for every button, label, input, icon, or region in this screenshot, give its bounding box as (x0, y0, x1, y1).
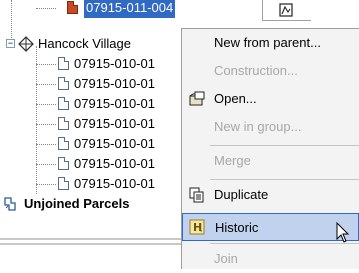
pane-divider (0, 243, 200, 245)
tree-item[interactable]: 07915-010-01 (0, 74, 200, 94)
tree-item-selected[interactable]: 07915-011-004 (0, 0, 200, 18)
document-icon (58, 97, 69, 110)
document-icon (67, 1, 78, 14)
menu-separator (210, 145, 359, 146)
tree-item-label: 07915-011-004 (84, 0, 176, 18)
menu-item-duplicate[interactable]: Duplicate (182, 181, 359, 209)
document-icon (58, 57, 69, 70)
tree-item[interactable]: 07915-010-01 (0, 94, 200, 114)
tree-item-label: 07915-010-01 (74, 136, 155, 151)
collapse-toggle-icon[interactable]: − (6, 39, 15, 48)
tree-item-label: Unjoined Parcels (24, 196, 130, 211)
map-icon (279, 3, 293, 17)
tree-item-label: 07915-010-01 (74, 176, 155, 191)
menu-item-label: Historic (215, 220, 259, 235)
tree-item-label: 07915-010-01 (74, 116, 155, 131)
preview-pane (262, 0, 311, 21)
menu-item-label: New in group... (214, 119, 302, 134)
duplicate-icon (189, 187, 204, 203)
menu-item-label: New from parent... (214, 35, 321, 50)
tree-item[interactable]: 07915-010-01 (0, 154, 200, 174)
menu-item-new-in-group[interactable]: New in group... (182, 113, 359, 141)
tree-group-hancock-village[interactable]: − Hancock Village (0, 34, 200, 54)
tree-group-label: Hancock Village (38, 36, 131, 51)
historic-icon: H , (189, 219, 205, 235)
menu-item-historic[interactable]: H , Historic (182, 213, 359, 241)
tree-item-label: 07915-010-01 (74, 76, 155, 91)
document-icon (58, 177, 69, 190)
document-icon (58, 157, 69, 170)
menu-item-new-from-parent[interactable]: New from parent... (182, 29, 359, 57)
document-icon (58, 137, 69, 150)
unjoined-parcels-icon (4, 197, 16, 211)
menu-separator (210, 179, 359, 180)
context-menu: New from parent... Construction... Open.… (181, 28, 359, 269)
tree-item-label: 07915-010-01 (74, 56, 155, 71)
document-icon (58, 117, 69, 130)
tree-item[interactable]: 07915-010-01 (0, 134, 200, 154)
menu-item-label: Duplicate (214, 187, 269, 202)
menu-item-label: Open... (214, 91, 257, 106)
mouse-cursor-icon (336, 222, 350, 243)
tree-item-unjoined-parcels[interactable]: Unjoined Parcels (0, 194, 200, 214)
menu-item-construction[interactable]: Construction... (182, 57, 359, 85)
tree-item-label: 07915-010-01 (74, 156, 155, 171)
tree-item[interactable]: 07915-010-01 (0, 114, 200, 134)
tree-item[interactable]: 07915-010-01 (0, 54, 200, 74)
pane-divider (0, 238, 200, 240)
tree-item[interactable]: 07915-010-01 (0, 174, 200, 194)
menu-item-open[interactable]: Open... (182, 85, 359, 113)
menu-item-label: Construction... (214, 63, 298, 78)
open-folder-icon (189, 91, 205, 106)
menu-item-label: Merge (214, 153, 251, 168)
menu-item-merge[interactable]: Merge (182, 147, 359, 175)
parcel-group-icon (18, 36, 34, 52)
document-icon (58, 77, 69, 90)
parcel-tree: 07915-011-004 − Hancock Village 07915-01… (0, 0, 200, 232)
svg-text:,: , (200, 224, 203, 233)
tree-item-label: 07915-010-01 (74, 96, 155, 111)
